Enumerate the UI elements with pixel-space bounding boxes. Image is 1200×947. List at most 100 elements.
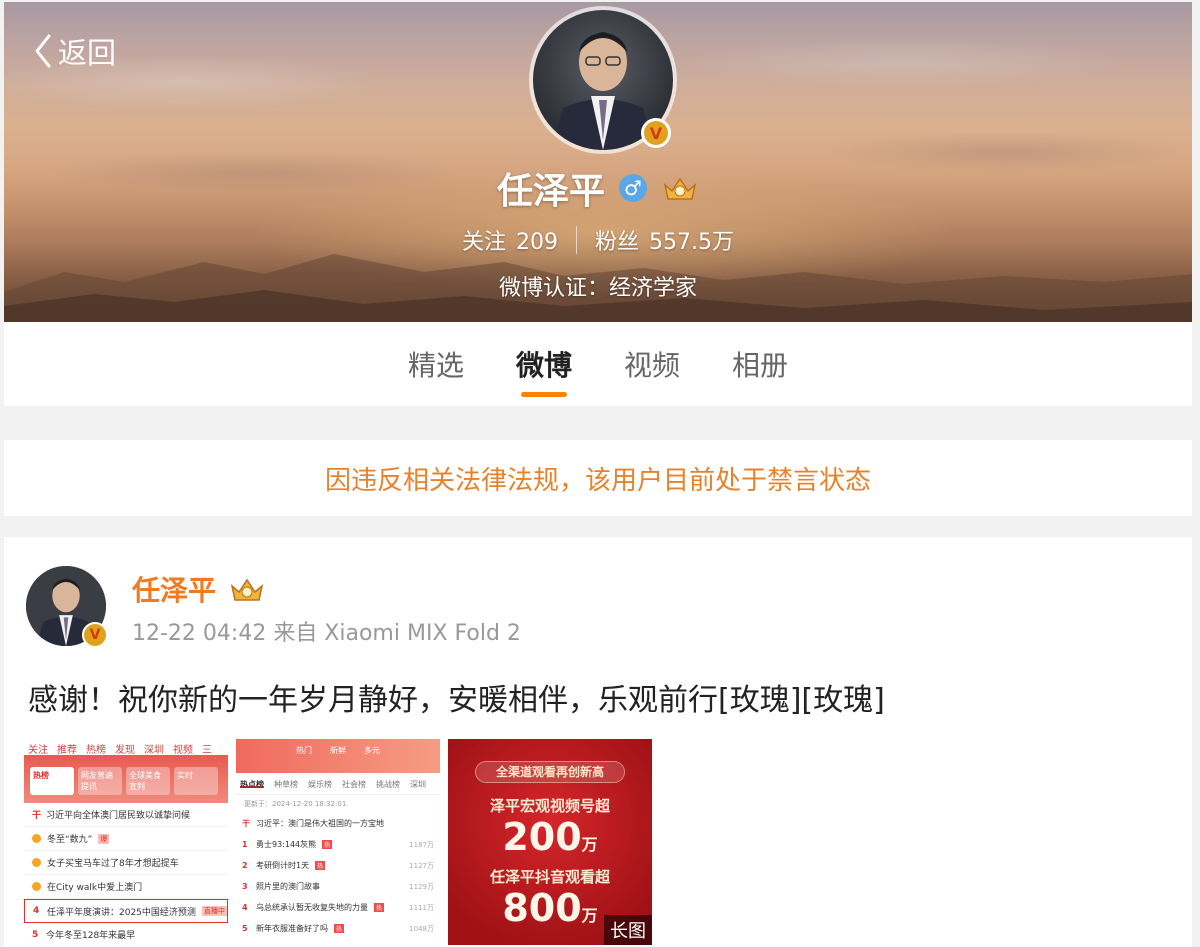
back-button[interactable]: 返回: [34, 30, 116, 72]
thumb1-rank: 干: [32, 811, 42, 821]
thumb1-nav-item: 推荐: [57, 745, 77, 756]
thumb2-updated: 更新于：2024-12-20 18:32:01: [244, 800, 347, 808]
thumb1-nav-item: 热榜: [86, 745, 106, 756]
post-author-avatar[interactable]: V: [26, 566, 108, 648]
male-gender-icon: ♂: [619, 174, 647, 202]
thumb2-count: 1129万: [409, 882, 434, 891]
follow-stats: 关注 209 粉丝 557.5万: [4, 224, 1192, 256]
thumb2-rank: 2: [242, 861, 248, 870]
thumb1-nav-item: 关注: [28, 745, 48, 756]
thumb1-nav-item: 深圳: [144, 745, 164, 756]
followers-count: 557.5万: [649, 230, 734, 255]
thumb1-row-text: 女子买宝马车过了8年才想起提车: [47, 859, 179, 869]
thumb1-chip: 热榜: [30, 767, 74, 795]
following-count: 209: [516, 230, 558, 255]
thumb1-chip: 全球美食宣判: [126, 767, 170, 795]
thumb3-unit2: 万: [581, 906, 598, 925]
post-author-row: 任泽平: [132, 569, 266, 609]
thumb1-nav-item: 发现: [115, 745, 135, 756]
thumb2-rank: 干: [242, 819, 250, 828]
thumb2-row-text: 习近平：澳门是伟大祖国的一方宝地: [256, 819, 384, 828]
thumb2-header: 热门 新鲜 多元: [236, 739, 440, 773]
thumb1-topnav: 关注 推荐 热榜 发现 深圳 视频 三: [24, 739, 228, 756]
following-stat[interactable]: 关注 209: [462, 224, 558, 256]
crown-badge-icon[interactable]: [228, 574, 266, 604]
thumb2-header-tab: 多元: [364, 746, 380, 755]
thumb3-pill: 全渠道观看再创新高: [475, 761, 625, 783]
back-label: 返回: [58, 36, 117, 70]
thumb2-count: 1048万: [409, 924, 434, 933]
tab-featured[interactable]: 精选: [408, 344, 464, 400]
verified-badge-icon: V: [641, 118, 671, 148]
hot-dot-icon: [32, 858, 41, 867]
long-image-tag: 长图: [604, 915, 652, 945]
profile-name: 任泽平: [496, 171, 605, 212]
post-meta: 12-22 04:42 来自 Xiaomi MIX Fold 2: [132, 621, 521, 646]
thumb2-row-text: 照片里的澳门故事: [256, 882, 320, 891]
thumb3-line1: 泽平宏观视频号超: [489, 797, 610, 815]
thumb1-row-text: 习近平向全体澳门居民致以诚挚问候: [46, 811, 191, 821]
thumb2-row: 5 新年衣服准备好了吗热 1048万: [236, 918, 440, 939]
thumb1-row: 在City walk中爱上澳门: [24, 875, 228, 899]
hot-dot-icon: [32, 834, 41, 843]
tab-album[interactable]: 相册: [732, 344, 788, 400]
thumb2-row: 2 考研倒计时1天热 1127万: [236, 855, 440, 876]
profile-header-banner: 返回 V 任泽平 ♂ 关注 209 粉丝 557.5万 微博认证：经济学家: [4, 2, 1192, 322]
thumb2-row-text: 乌总统承认暂无收复失地的力量: [256, 903, 368, 912]
thumb1-row: 冬至“数九” 爆: [24, 827, 228, 851]
thumb2-subtab: 社会榜: [342, 780, 366, 789]
thumb2-header-tab: 热门: [296, 746, 312, 755]
verified-badge-icon: V: [82, 622, 108, 648]
ban-notice: 因违反相关法律法规，该用户目前处于禁言状态: [4, 440, 1192, 516]
profile-tabs: 精选 微博 视频 相册: [4, 322, 1192, 406]
thumb1-rank: 5: [32, 929, 39, 940]
thumb1-row: 5 今年冬至128年来最早: [24, 923, 228, 945]
thumb1-nav-item: 视频: [173, 745, 193, 756]
thumb1-banner: 热榜 网友普遍提讯 全球美食宣判 实时: [24, 755, 228, 803]
thumb2-row: 4 乌总统承认暂无收复失地的力量热 1111万: [236, 897, 440, 918]
thumb1-row-text: 任泽平年度演讲：2025中国经济预测: [47, 907, 196, 918]
thumb3-line2: 任泽平抖音观看超: [489, 868, 610, 886]
post-image-1[interactable]: 关注 推荐 热榜 发现 深圳 视频 三 热榜 网友普遍提讯 全球美食宣判 实时 …: [24, 739, 228, 945]
thumb2-row-text: 新年衣服准备好了吗: [256, 924, 328, 933]
thumb2-row: 1 勇士93:144灰熊热 1187万: [236, 834, 440, 855]
chevron-left-icon: [35, 34, 51, 68]
crown-badge-icon[interactable]: [661, 173, 699, 203]
thumb2-subtab: 娱乐榜: [308, 780, 332, 789]
tab-weibo[interactable]: 微博: [516, 344, 572, 400]
post-image-2[interactable]: 热门 新鲜 多元 热点榜 种草榜 娱乐榜 社会榜 挑战榜 深圳 更新于：2024…: [236, 739, 440, 945]
thumb2-rank: 3: [242, 882, 248, 891]
thumb2-count: 1187万: [409, 840, 434, 849]
thumb1-chip: 网友普遍提讯: [78, 767, 122, 795]
thumb2-count: 1127万: [409, 861, 434, 870]
following-label: 关注: [461, 230, 506, 255]
thumb1-row-text: 冬至“数九”: [47, 835, 93, 845]
thumb2-subtab: 挑战榜: [376, 780, 400, 789]
thumb1-row: 干习近平向全体澳门居民致以诚挚问候: [24, 803, 228, 827]
thumb2-rank: 4: [242, 903, 248, 912]
thumb2-row-text: 勇士93:144灰熊: [256, 840, 317, 849]
post-images: 关注 推荐 热榜 发现 深圳 视频 三 热榜 网友普遍提讯 全球美食宣判 实时 …: [24, 739, 652, 945]
thumb2-rank: 1: [242, 840, 248, 849]
thumb1-row: 女子买宝马车过了8年才想起提车: [24, 851, 228, 875]
profile-avatar[interactable]: V: [529, 6, 677, 154]
post-card: V 任泽平 12-22 04:42 来自 Xiaomi MIX Fold 2 感…: [4, 537, 1192, 947]
followers-stat[interactable]: 粉丝 557.5万: [595, 224, 734, 256]
thumb2-subtab: 种草榜: [274, 780, 298, 789]
thumb2-subtab: 深圳: [410, 780, 426, 789]
tab-video[interactable]: 视频: [624, 344, 680, 400]
hot-dot-icon: [32, 882, 41, 891]
thumb1-tag: 爆: [98, 833, 110, 844]
thumb3-num2: 800: [502, 886, 582, 930]
thumb3-unit1: 万: [581, 835, 598, 854]
thumb2-hot-tag: 热: [315, 861, 326, 870]
post-author-name[interactable]: 任泽平: [132, 569, 216, 609]
post-image-3[interactable]: 全渠道观看再创新高 泽平宏观视频号超 200万 任泽平抖音观看超 800万 长图: [448, 739, 652, 945]
thumb1-chip: 实时: [174, 767, 218, 795]
followers-label: 粉丝: [595, 230, 640, 255]
thumb1-nav-item: 三: [202, 745, 212, 756]
thumb2-row: 干习近平：澳门是伟大祖国的一方宝地: [236, 813, 440, 834]
thumb3-number1: 200万: [448, 816, 652, 866]
thumb2-row-text: 考研倒计时1天: [256, 861, 310, 870]
thumb1-tag: 直播中: [201, 906, 227, 916]
